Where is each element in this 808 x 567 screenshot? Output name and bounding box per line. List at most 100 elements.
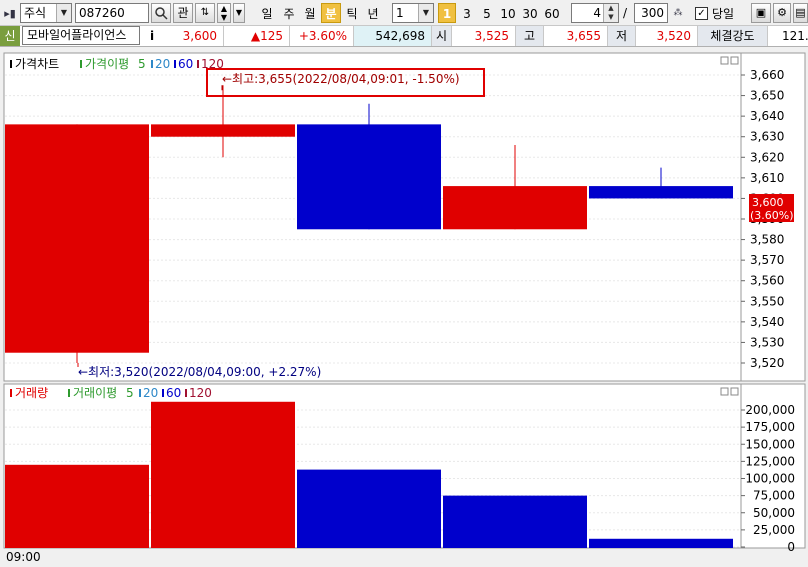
spin-icon: ▲ ▼ [220, 4, 228, 22]
chevron-down-icon[interactable]: ▼ [418, 4, 433, 22]
volume-tick-label: 200,000 [745, 403, 795, 417]
legend-marker [68, 389, 70, 397]
interval-3[interactable]: 3 [458, 3, 476, 23]
volume-ma-label: 거래이평 [73, 386, 117, 400]
volume-bar [443, 495, 587, 548]
view-num-stepper[interactable]: 4 ▲ ▼ [571, 3, 619, 23]
config-button[interactable]: ▤ [793, 3, 808, 23]
legend-marker [80, 60, 82, 68]
strength-label: 체결강도 [698, 26, 768, 46]
stock-name[interactable]: 모바일어플라이언스 [22, 26, 140, 45]
volume-legend-title: 거래량 [15, 386, 48, 400]
volume-tick-label: 75,000 [753, 489, 795, 503]
period-tick[interactable]: 틱 [342, 3, 362, 23]
period-count-value: 1 [396, 6, 404, 20]
panel-minimize-icon[interactable] [720, 387, 729, 396]
legend-marker [174, 60, 176, 68]
bar-count-input[interactable]: 300 [634, 3, 668, 23]
current-price: 3,600 [164, 26, 224, 46]
link-button[interactable]: ⇅ [195, 3, 215, 23]
price-tick-label: 3,570 [750, 253, 784, 267]
high-annotation: ←최고:3,655(2022/08/04,09:01, -1.50%) [222, 72, 460, 86]
toolbar: ▸▮ 주식 ▼ 087260 관 ⇅ ▲ ▼ ▼ 일 주 월 분 틱 년 1 ▼ … [0, 0, 808, 26]
legend-marker [197, 60, 199, 68]
volume-bar [5, 464, 149, 548]
interval-60[interactable]: 60 [542, 3, 562, 23]
period-month[interactable]: 월 [300, 3, 320, 23]
x-tick-label: 09:00 [6, 550, 41, 564]
code-input[interactable]: 087260 [75, 3, 149, 23]
period-year[interactable]: 년 [363, 3, 383, 23]
today-checkbox[interactable]: ✓ 당일 [695, 3, 741, 23]
camera-icon: ▣ [755, 6, 767, 19]
period-minute[interactable]: 분 [321, 3, 341, 23]
volume-tick-label: 0 [787, 540, 795, 554]
more-dropdown[interactable]: ▼ [233, 3, 245, 23]
volume-tick-label: 100,000 [745, 472, 795, 486]
price-legend: 가격차트 가격이평 5 20 60 120 [10, 57, 224, 71]
volume-ma-60: 60 [166, 386, 181, 400]
volume-tick-label: 25,000 [753, 523, 795, 537]
low-annotation: ←최저:3,520(2022/08/04,09:00, +2.27%) [78, 365, 321, 379]
menu-arrow-icon[interactable]: ▸▮ [2, 3, 18, 23]
interval-30[interactable]: 30 [520, 3, 540, 23]
volume-ma-20: 20 [143, 386, 158, 400]
stock-chart: 3,5203,5303,5403,5503,5603,5703,5803,590… [3, 52, 806, 564]
period-day[interactable]: 일 [257, 3, 277, 23]
strength-value: 121.3 [782, 29, 808, 43]
price-change: ▲125 [224, 26, 290, 46]
bar-count-value: 300 [641, 6, 664, 20]
panel-minimize-icon[interactable] [720, 56, 729, 65]
grid-spin-icon[interactable]: ⁂ [670, 3, 686, 23]
panel-close-icon[interactable] [730, 56, 739, 65]
volume-bar [589, 538, 733, 548]
high-price: 3,655 [544, 26, 608, 46]
spin-icon[interactable]: ▲ ▼ [603, 4, 618, 22]
price-ma-60: 60 [178, 57, 193, 71]
gear-icon: ⚙ [777, 6, 787, 19]
candle-body [151, 124, 295, 137]
code-value: 087260 [79, 6, 125, 20]
volume-ma-5: 5 [126, 386, 134, 400]
today-label: 당일 [712, 6, 735, 21]
price-tick-label: 3,550 [750, 294, 784, 308]
price-tick-label: 3,650 [750, 89, 784, 103]
volume-tick-label: 50,000 [753, 506, 795, 520]
period-week[interactable]: 주 [279, 3, 299, 23]
volume-tick-label: 150,000 [745, 437, 795, 451]
open-price: 3,525 [452, 26, 516, 46]
price-tick-label: 3,630 [750, 130, 784, 144]
info-button[interactable]: i [142, 26, 162, 46]
legend-marker [185, 389, 187, 397]
credit-badge: 신 [0, 26, 20, 46]
period-count-select[interactable]: 1 ▼ [392, 3, 434, 23]
panel-close-icon[interactable] [730, 387, 739, 396]
slash-divider: / [623, 6, 628, 20]
price-tick-label: 3,520 [750, 356, 784, 370]
interval-10[interactable]: 10 [498, 3, 518, 23]
settings-button[interactable]: ⚙ [773, 3, 791, 23]
market-select-value: 주식 [24, 6, 47, 20]
checkmark-icon[interactable]: ✓ [695, 6, 708, 20]
price-tick-label: 3,530 [750, 335, 784, 349]
search-button[interactable] [151, 3, 171, 23]
price-tick-label: 3,640 [750, 109, 784, 123]
chevron-down-icon[interactable]: ▼ [56, 4, 71, 22]
price-ma-label: 가격이평 [85, 57, 129, 71]
view-num-value: 4 [593, 6, 601, 20]
volume-ma-120: 120 [189, 386, 212, 400]
screenshot-button[interactable]: ▣ [751, 3, 771, 23]
link-icon: ⇅ [200, 7, 210, 18]
interval-1[interactable]: 1 [438, 3, 456, 23]
updown-button[interactable]: ▲ ▼ [217, 3, 231, 23]
price-ma-5: 5 [138, 57, 146, 71]
volume-tick-label: 175,000 [745, 420, 795, 434]
market-select[interactable]: 주식 ▼ [20, 3, 72, 23]
watch-button[interactable]: 관 [173, 3, 193, 23]
low-price: 3,520 [636, 26, 698, 46]
open-label: 시 [432, 26, 452, 46]
legend-marker [10, 389, 12, 397]
price-ma-20: 20 [155, 57, 170, 71]
interval-5[interactable]: 5 [478, 3, 496, 23]
low-label: 저 [608, 26, 636, 46]
